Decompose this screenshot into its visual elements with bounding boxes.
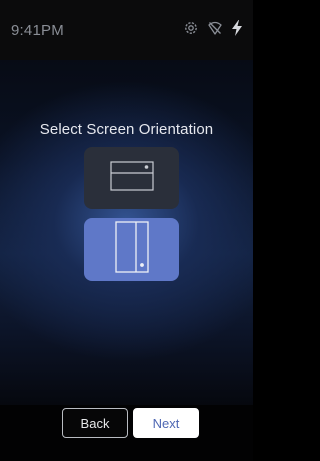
orientation-setup-screen: 9:41PM Select Screen Orientation Back Ne… [0,0,253,461]
status-time: 9:41PM [11,22,64,39]
portrait-screen-icon [114,221,150,278]
back-button[interactable]: Back [62,408,128,438]
gear-icon[interactable] [183,20,199,36]
portrait-option[interactable] [84,218,179,281]
status-icons [183,20,243,36]
wifi-off-icon [207,20,223,36]
lightning-icon [231,20,243,36]
next-button[interactable]: Next [133,408,199,438]
landscape-screen-icon [109,160,154,196]
page-title: Select Screen Orientation [39,121,214,138]
landscape-option[interactable] [84,147,179,209]
status-bar: 9:41PM [0,0,253,60]
